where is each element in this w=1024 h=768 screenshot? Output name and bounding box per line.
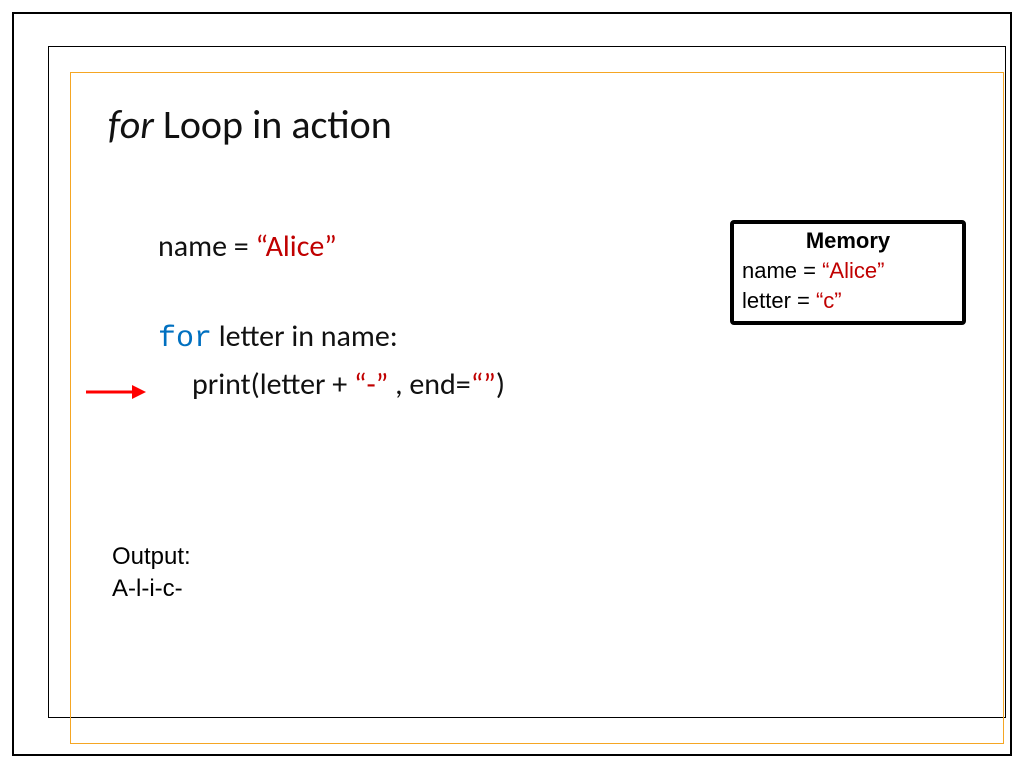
output-label: Output: xyxy=(112,541,191,573)
code-blank-line xyxy=(158,269,505,314)
memory-line1-val: “Alice” xyxy=(822,258,884,283)
code-line3-pre: print(letter + xyxy=(192,366,354,403)
memory-line2-val: “c” xyxy=(816,288,842,313)
code-line-2: for letter in name: xyxy=(158,314,505,362)
code-line1-pre: name = xyxy=(158,228,256,265)
slide-outer-frame: for Loop in action name = “Alice” for le… xyxy=(12,12,1012,756)
output-block: Output: A-l-i-c- xyxy=(112,541,191,606)
memory-title: Memory xyxy=(742,228,954,254)
title-rest: Loop in action xyxy=(154,100,392,149)
slide-title: for Loop in action xyxy=(108,100,392,149)
memory-line1-pre: name = xyxy=(742,258,822,283)
code-line-1: name = “Alice” xyxy=(158,224,505,269)
code-line2-rest: letter in name: xyxy=(212,318,398,355)
memory-box: Memory name = “Alice” letter = “c” xyxy=(730,220,966,325)
memory-line-2: letter = “c” xyxy=(742,286,954,316)
slide-inner-frame-orange xyxy=(70,72,1004,744)
code-line3-str2: “” xyxy=(471,366,496,403)
code-line3-post: ) xyxy=(496,366,505,403)
output-text: A-l-i-c- xyxy=(112,573,191,605)
current-line-arrow-icon xyxy=(84,382,148,402)
memory-line2-pre: letter = xyxy=(742,288,816,313)
code-for-keyword: for xyxy=(158,322,212,356)
memory-line-1: name = “Alice” xyxy=(742,256,954,286)
code-line-3: print(letter + “-” , end=“”) xyxy=(158,362,505,407)
code-line1-val: “Alice” xyxy=(256,228,337,265)
code-line3-str1: “-” xyxy=(354,366,388,403)
code-line3-mid: , end= xyxy=(388,366,470,403)
title-for-word: for xyxy=(108,100,154,149)
code-block: name = “Alice” for letter in name: print… xyxy=(158,224,505,407)
